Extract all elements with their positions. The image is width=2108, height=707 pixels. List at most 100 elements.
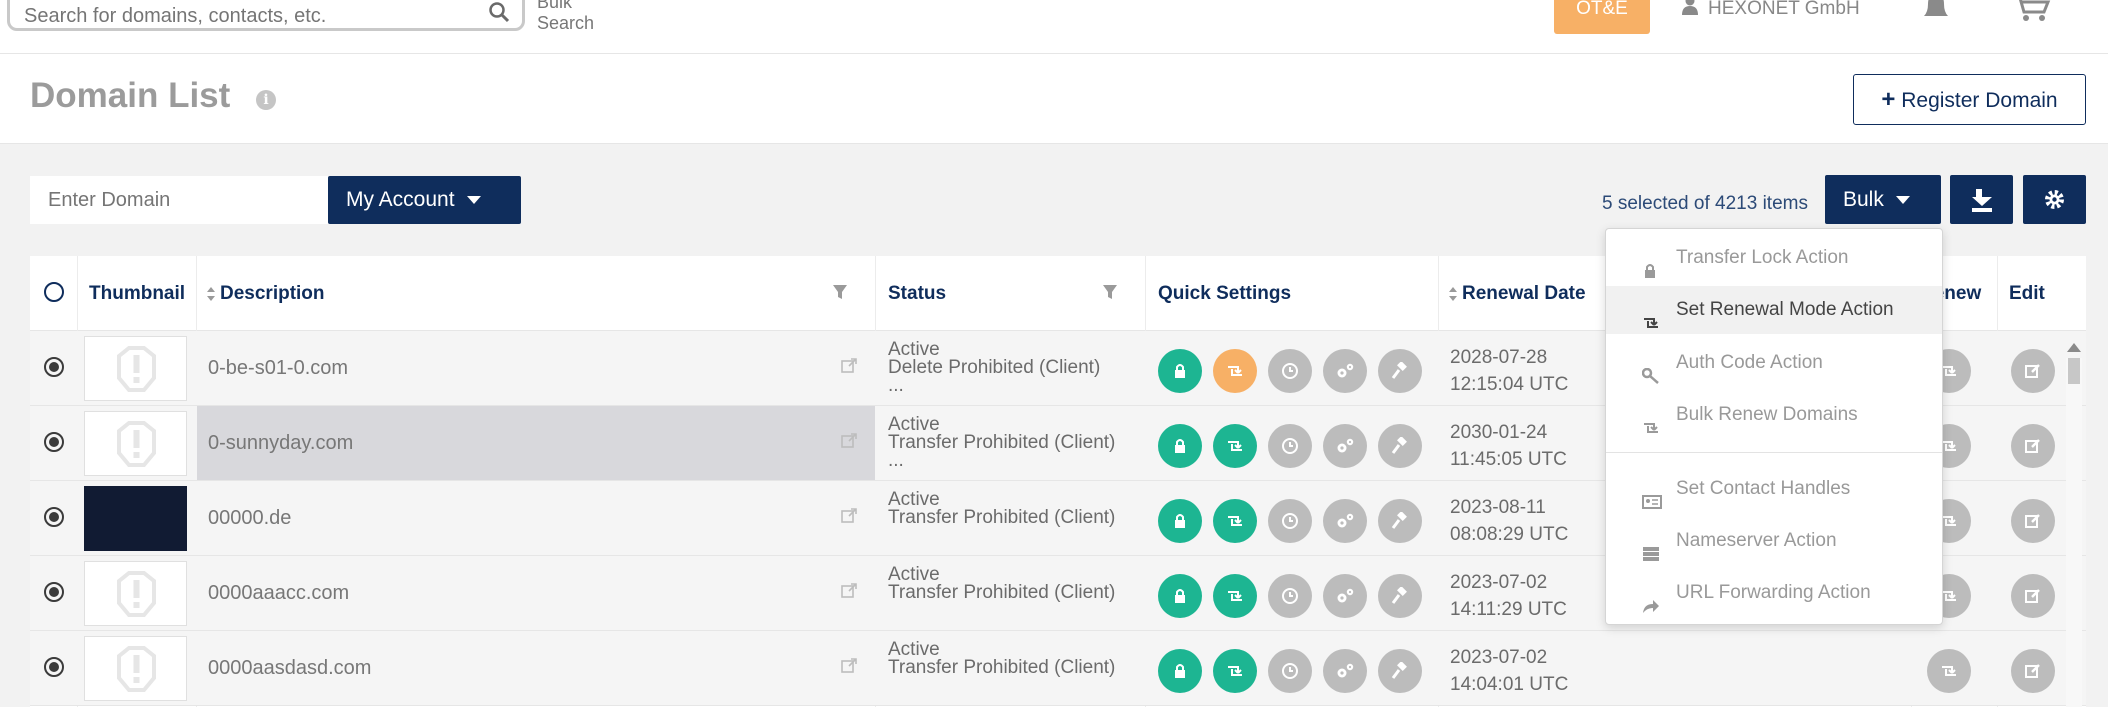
clock-icon[interactable]	[1268, 574, 1312, 618]
gavel-icon[interactable]	[1378, 574, 1422, 618]
domain-name[interactable]: 0-sunnyday.com	[208, 432, 353, 455]
scrollbar-thumb[interactable]	[2068, 358, 2080, 384]
menu-item-transfer-lock[interactable]: Transfer Lock Action	[1606, 234, 1942, 282]
external-link-icon[interactable]	[840, 657, 858, 680]
edit-column-header: Edit	[2009, 283, 2045, 304]
lock-icon[interactable]	[1158, 574, 1202, 618]
gears-icon[interactable]	[1323, 424, 1367, 468]
gavel-icon[interactable]	[1378, 499, 1422, 543]
renewal-mode-icon[interactable]	[1213, 574, 1257, 618]
filter-icon[interactable]	[1102, 284, 1118, 305]
account-filter-label: My Account	[346, 188, 455, 211]
menu-item-nameserver[interactable]: Nameserver Action	[1606, 517, 1942, 565]
domain-name[interactable]: 0-be-s01-0.com	[208, 357, 348, 380]
bell-icon[interactable]	[1918, 0, 1954, 27]
edit-icon[interactable]	[2011, 574, 2055, 618]
bulk-actions-button[interactable]: Bulk	[1825, 175, 1941, 224]
gavel-icon[interactable]	[1378, 424, 1422, 468]
external-link-icon[interactable]	[840, 507, 858, 530]
renewal-mode-icon[interactable]	[1213, 649, 1257, 693]
row-select-radio[interactable]	[44, 582, 64, 602]
clock-icon[interactable]	[1268, 649, 1312, 693]
renewal-date-column-header[interactable]: Renewal Date	[1448, 283, 1586, 305]
description-cell[interactable]	[197, 481, 875, 555]
gears-icon[interactable]	[1323, 649, 1367, 693]
domain-name[interactable]: 0000aaacc.com	[208, 582, 349, 605]
scrollbar-track[interactable]	[2066, 358, 2082, 707]
renewal-mode-icon[interactable]	[1213, 349, 1257, 393]
renewal-date-cell: 2023-08-11 08:08:29 UTC	[1450, 494, 1568, 548]
menu-item-url-forwarding[interactable]: URL Forwarding Action	[1606, 569, 1942, 617]
domain-thumbnail[interactable]	[84, 561, 187, 626]
lock-icon[interactable]	[1158, 424, 1202, 468]
gavel-icon[interactable]	[1378, 649, 1422, 693]
menu-item-label: Set Contact Handles	[1676, 478, 1851, 499]
description-column-label: Description	[220, 283, 325, 304]
gavel-icon[interactable]	[1378, 349, 1422, 393]
menu-item-renewal-mode[interactable]: Set Renewal Mode Action	[1606, 286, 1942, 334]
domain-filter-input[interactable]	[30, 176, 328, 224]
lock-icon[interactable]	[1158, 499, 1202, 543]
gears-icon[interactable]	[1323, 349, 1367, 393]
edit-icon[interactable]	[2011, 424, 2055, 468]
menu-item-bulk-renew[interactable]: Bulk Renew Domains	[1606, 391, 1942, 439]
edit-icon[interactable]	[2011, 349, 2055, 393]
clock-icon[interactable]	[1268, 499, 1312, 543]
sort-icon[interactable]	[206, 286, 216, 302]
row-select-radio[interactable]	[44, 432, 64, 452]
quick-settings	[1158, 499, 1422, 543]
menu-item-label: Set Renewal Mode Action	[1676, 299, 1894, 320]
external-link-icon[interactable]	[840, 357, 858, 380]
clock-icon[interactable]	[1268, 349, 1312, 393]
renew-icon[interactable]	[1927, 649, 1971, 693]
external-link-icon[interactable]	[840, 432, 858, 455]
bulk-search-line1: Bulk	[537, 0, 573, 12]
settings-button[interactable]	[2023, 175, 2086, 224]
register-domain-button[interactable]: + Register Domain	[1853, 74, 2086, 125]
domain-thumbnail[interactable]	[84, 411, 187, 476]
gears-icon[interactable]	[1323, 574, 1367, 618]
quick-settings	[1158, 349, 1422, 393]
global-search-box[interactable]	[7, 0, 525, 31]
bulk-search-link[interactable]: Bulk Search	[537, 0, 594, 34]
environment-badge[interactable]: OT&E	[1554, 0, 1650, 34]
download-icon	[1972, 189, 1992, 212]
domain-name[interactable]: 0000aasdasd.com	[208, 657, 371, 680]
menu-item-auth-code[interactable]: Auth Code Action	[1606, 339, 1942, 387]
info-icon[interactable]: i	[256, 90, 276, 110]
row-select-radio[interactable]	[44, 357, 64, 377]
sort-icon[interactable]	[1448, 286, 1458, 302]
external-link-icon[interactable]	[840, 582, 858, 605]
menu-item-contact-handles[interactable]: Set Contact Handles	[1606, 465, 1942, 513]
gears-icon[interactable]	[1323, 499, 1367, 543]
lock-icon[interactable]	[1158, 649, 1202, 693]
domain-name[interactable]: 00000.de	[208, 507, 291, 530]
domain-thumbnail[interactable]	[84, 486, 187, 551]
scroll-up-arrow[interactable]	[2067, 343, 2081, 352]
renewal-mode-icon[interactable]	[1213, 499, 1257, 543]
clock-icon[interactable]	[1268, 424, 1312, 468]
edit-icon[interactable]	[2011, 649, 2055, 693]
row-select-radio[interactable]	[44, 507, 64, 527]
row-select-radio[interactable]	[44, 657, 64, 677]
edit-icon[interactable]	[2011, 499, 2055, 543]
table-row[interactable]: 0000aasdasd.com Active Transfer Prohibited…	[30, 631, 2086, 706]
cart-icon[interactable]	[2012, 0, 2052, 27]
account-filter-dropdown[interactable]: My Account	[328, 176, 521, 224]
lock-icon[interactable]	[1158, 349, 1202, 393]
bulk-search-line2: Search	[537, 13, 595, 33]
renewal-mode-icon[interactable]	[1213, 424, 1257, 468]
domain-thumbnail[interactable]	[84, 636, 187, 701]
filter-icon[interactable]	[832, 284, 848, 305]
global-search-input[interactable]	[24, 5, 474, 28]
download-button[interactable]	[1950, 175, 2013, 224]
caret-down-icon	[1895, 196, 1910, 205]
renewal-time: 14:04:01 UTC	[1450, 674, 1569, 695]
status-line: Delete Prohibited (Client)	[888, 357, 1101, 378]
search-icon[interactable]	[488, 1, 510, 28]
select-all-radio[interactable]	[44, 282, 64, 302]
domain-thumbnail[interactable]	[84, 336, 187, 401]
description-column-header[interactable]: Description	[206, 283, 325, 305]
plus-icon: +	[1881, 86, 1896, 113]
account-menu[interactable]: HEXONET GmbH	[1682, 0, 1860, 22]
